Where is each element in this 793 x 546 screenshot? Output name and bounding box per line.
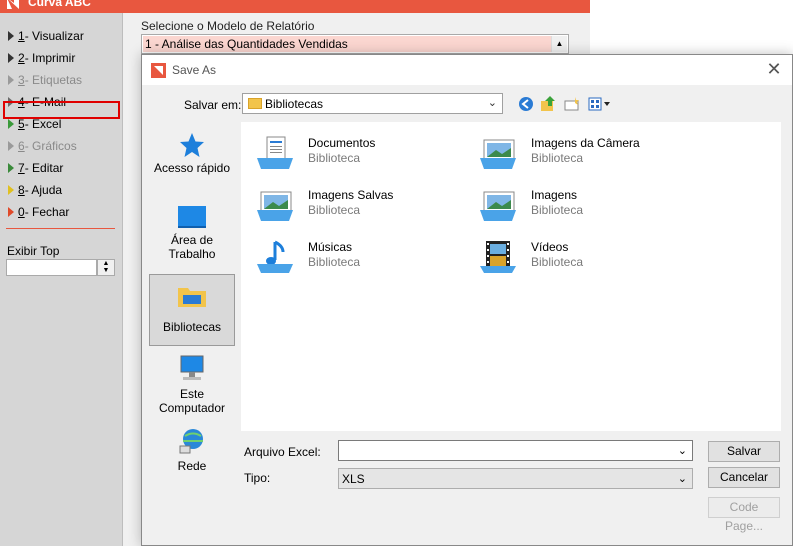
excel-highlight-box bbox=[3, 101, 120, 119]
app-titlebar: Curva ABC bbox=[0, 0, 590, 13]
back-icon[interactable] bbox=[516, 94, 536, 114]
arrow-right-icon bbox=[8, 31, 14, 41]
close-icon[interactable]: ✕ bbox=[764, 60, 784, 80]
place-desktop[interactable]: Área de Trabalho bbox=[149, 204, 235, 266]
place-libraries[interactable]: Bibliotecas bbox=[149, 274, 235, 346]
arrow-right-icon bbox=[8, 75, 14, 85]
save-as-dialog: Save As ✕ Salvar em: Bibliotecas ⌄ Acess… bbox=[141, 54, 793, 546]
file-list-pane: Documentos Biblioteca Imagens da Câmera … bbox=[241, 122, 781, 431]
app-logo-icon bbox=[151, 63, 166, 78]
menu-item-etiquetas[interactable]: 3 - Etiquetas bbox=[8, 71, 82, 89]
library-imagens-da-camera[interactable]: Imagens da Câmera Biblioteca bbox=[472, 134, 682, 174]
scroll-up-button[interactable]: ▲ bbox=[551, 36, 567, 52]
arrow-right-icon bbox=[8, 185, 14, 195]
desktop-icon bbox=[178, 206, 206, 228]
libraries-icon bbox=[178, 288, 206, 307]
chevron-down-icon: ⌄ bbox=[487, 97, 497, 109]
library-musicas[interactable]: Músicas Biblioteca bbox=[249, 238, 459, 278]
menu-separator bbox=[6, 228, 115, 229]
arrow-right-icon bbox=[8, 163, 14, 173]
save-in-dropdown[interactable]: Bibliotecas ⌄ bbox=[242, 93, 503, 114]
report-model-label: Selecione o Modelo de Relatório bbox=[141, 19, 315, 33]
places-bar: Acesso rápido Área de Trabalho Bibliotec… bbox=[149, 122, 236, 477]
type-label: Tipo: bbox=[244, 471, 271, 485]
menu-item-fechar[interactable]: 0 - Fechar bbox=[8, 203, 69, 221]
videos-library-icon bbox=[480, 241, 516, 273]
save-in-label: Salvar em: bbox=[184, 98, 242, 112]
menu-item-editar[interactable]: 7 - Editar bbox=[8, 159, 63, 177]
pictures-library-icon bbox=[480, 191, 516, 221]
save-button[interactable]: Salvar bbox=[708, 441, 780, 462]
library-documentos[interactable]: Documentos Biblioteca bbox=[249, 134, 459, 174]
folder-icon bbox=[248, 98, 262, 109]
filename-input[interactable]: ⌄ bbox=[338, 440, 693, 461]
chevron-down-icon: ⌄ bbox=[677, 473, 687, 485]
app-logo-icon bbox=[7, 0, 19, 9]
menu-item-graficos[interactable]: 6 - Gráficos bbox=[8, 137, 77, 155]
exibir-top-spinner[interactable]: ▲ ▼ bbox=[97, 259, 115, 276]
report-model-list[interactable]: 1 - Análise das Quantidades Vendidas ▲ bbox=[141, 34, 569, 54]
music-library-icon bbox=[257, 240, 293, 273]
chevron-down-icon[interactable]: ⌄ bbox=[678, 444, 687, 457]
code-page-button[interactable]: Code Page... bbox=[708, 497, 780, 533]
place-this-pc[interactable]: Este Computador bbox=[149, 354, 235, 418]
menu-item-ajuda[interactable]: 8 - Ajuda bbox=[8, 181, 62, 199]
dialog-titlebar: Save As ✕ bbox=[142, 55, 792, 85]
app-title: Curva ABC bbox=[28, 0, 91, 9]
type-dropdown[interactable]: XLS ⌄ bbox=[338, 468, 693, 489]
arrow-right-icon bbox=[8, 141, 14, 151]
star-icon bbox=[180, 133, 204, 157]
arrow-right-icon bbox=[8, 119, 14, 129]
library-videos[interactable]: Vídeos Biblioteca bbox=[472, 238, 682, 278]
saved-pictures-library-icon bbox=[257, 191, 293, 221]
place-quick-access[interactable]: Acesso rápido bbox=[149, 132, 235, 184]
new-folder-icon[interactable] bbox=[562, 94, 582, 114]
filename-label: Arquivo Excel: bbox=[244, 445, 321, 459]
view-menu-icon[interactable] bbox=[587, 94, 613, 114]
exibir-top-label: Exibir Top bbox=[7, 244, 60, 258]
exibir-top-input[interactable] bbox=[6, 259, 97, 276]
up-folder-icon[interactable] bbox=[538, 94, 558, 114]
menu-item-visualizar[interactable]: 1 - Visualizar bbox=[8, 27, 84, 45]
network-icon bbox=[179, 429, 203, 454]
place-network[interactable]: Rede bbox=[149, 428, 235, 474]
library-imagens-salvas[interactable]: Imagens Salvas Biblioteca bbox=[249, 186, 459, 226]
arrow-right-icon bbox=[8, 53, 14, 63]
arrow-right-icon bbox=[8, 207, 14, 217]
documents-library-icon bbox=[257, 136, 293, 169]
camera-roll-library-icon bbox=[480, 139, 516, 169]
computer-icon bbox=[180, 355, 204, 380]
menu-item-imprimir[interactable]: 2 - Imprimir bbox=[8, 49, 75, 67]
cancel-button[interactable]: Cancelar bbox=[708, 467, 780, 488]
dialog-title: Save As bbox=[172, 63, 217, 77]
report-model-item[interactable]: 1 - Análise das Quantidades Vendidas bbox=[143, 36, 554, 52]
library-imagens[interactable]: Imagens Biblioteca bbox=[472, 186, 682, 226]
